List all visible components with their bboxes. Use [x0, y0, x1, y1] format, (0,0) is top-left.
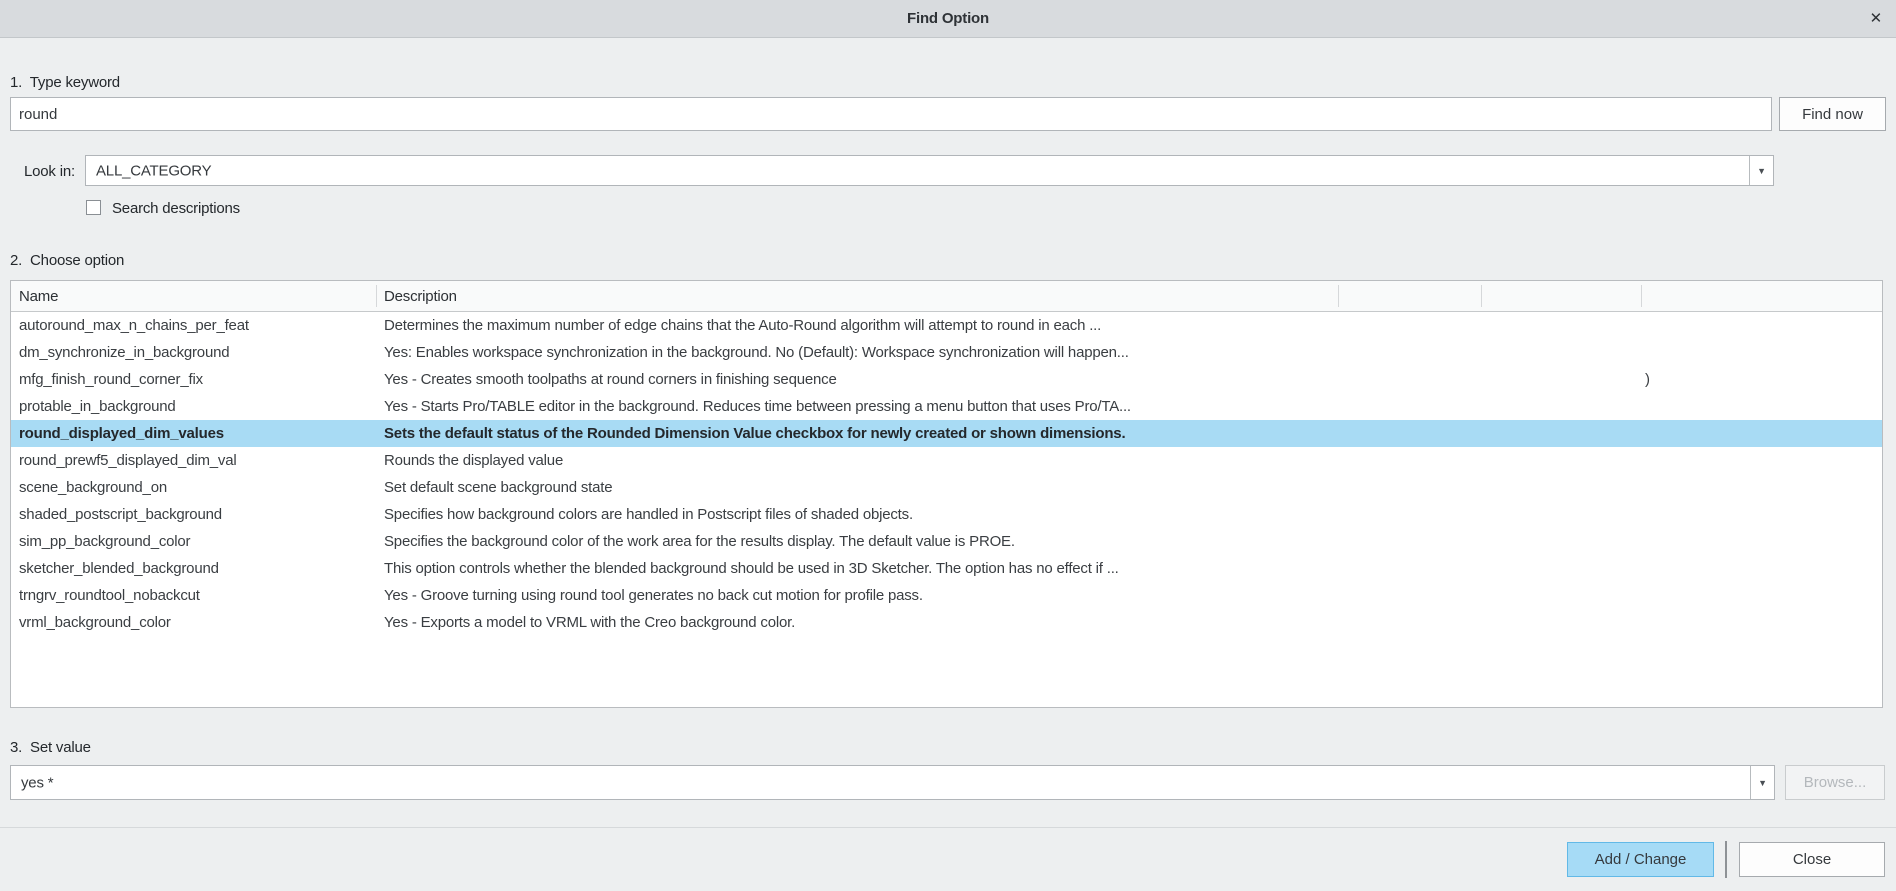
table-row[interactable]: round_displayed_dim_values Sets the defau…	[11, 420, 1882, 447]
option-name: round_displayed_dim_values	[19, 425, 224, 442]
table-row[interactable]: dm_synchronize_in_background Yes: Enables…	[11, 339, 1882, 366]
option-description: Specifies how background colors are hand…	[384, 506, 913, 523]
option-name: round_prewf5_displayed_dim_val	[19, 452, 237, 469]
option-name: sketcher_blended_background	[19, 560, 219, 577]
table-row[interactable]: round_prewf5_displayed_dim_val Rounds the…	[11, 447, 1882, 474]
option-description: Yes - Groove turning using round tool ge…	[384, 587, 923, 604]
step1-label: 1. Type keyword	[10, 74, 120, 91]
column-header-name[interactable]: Name	[19, 288, 58, 305]
table-row[interactable]: sim_pp_background_color Specifies the bac…	[11, 528, 1882, 555]
keyword-input[interactable]	[10, 97, 1772, 131]
column-header-description[interactable]: Description	[384, 288, 457, 305]
set-value-dropdown[interactable]: yes * ▼	[10, 765, 1775, 800]
option-description: Yes - Exports a model to VRML with the C…	[384, 614, 796, 631]
search-descriptions-label: Search descriptions	[112, 200, 240, 217]
option-name: shaded_postscript_background	[19, 506, 222, 523]
column-divider	[1641, 285, 1642, 307]
options-table: Name Description autoround_max_n_chains_…	[10, 280, 1883, 708]
table-row[interactable]: shaded_postscript_background Specifies ho…	[11, 501, 1882, 528]
look-in-label: Look in:	[24, 163, 75, 180]
look-in-dropdown[interactable]: ALL_CATEGORY ▼	[85, 155, 1774, 186]
option-name: dm_synchronize_in_background	[19, 344, 230, 361]
look-in-value: ALL_CATEGORY	[96, 162, 212, 179]
option-name: sim_pp_background_color	[19, 533, 191, 550]
find-now-button[interactable]: Find now	[1779, 97, 1886, 131]
option-description: Specifies the background color of the wo…	[384, 533, 1015, 550]
step3-label: 3. Set value	[10, 739, 91, 756]
option-name: protable_in_background	[19, 398, 176, 415]
find-option-dialog: Find Option ✕ 1. Type keyword Find now L…	[0, 0, 1896, 891]
column-divider	[376, 285, 377, 307]
option-name: trngrv_roundtool_nobackcut	[19, 587, 200, 604]
column-divider	[1338, 285, 1339, 307]
close-icon[interactable]: ✕	[1870, 9, 1883, 27]
search-descriptions-checkbox[interactable]	[86, 200, 101, 215]
option-description: Yes - Starts Pro/TABLE editor in the bac…	[384, 398, 1131, 415]
chevron-down-icon[interactable]: ▼	[1749, 156, 1773, 185]
table-row[interactable]: autoround_max_n_chains_per_feat Determine…	[11, 312, 1882, 339]
option-description: Sets the default status of the Rounded D…	[384, 425, 1126, 442]
close-button[interactable]: Close	[1739, 842, 1885, 877]
table-header: Name Description	[11, 281, 1882, 312]
dialog-title: Find Option	[907, 10, 989, 27]
column-divider	[1481, 285, 1482, 307]
option-name: vrml_background_color	[19, 614, 171, 631]
table-row[interactable]: vrml_background_color Yes - Exports a mod…	[11, 609, 1882, 636]
option-description: This option controls whether the blended…	[384, 560, 1119, 577]
option-name: mfg_finish_round_corner_fix	[19, 371, 203, 388]
table-body: autoround_max_n_chains_per_feat Determine…	[11, 312, 1882, 636]
add-change-button[interactable]: Add / Change	[1567, 842, 1714, 877]
table-row[interactable]: mfg_finish_round_corner_fix Yes - Creates…	[11, 366, 1882, 393]
table-row[interactable]: scene_background_on Set default scene bac…	[11, 474, 1882, 501]
option-description: Rounds the displayed value	[384, 452, 564, 469]
titlebar: Find Option ✕	[0, 0, 1896, 38]
footer-separator	[0, 827, 1896, 828]
option-name: scene_background_on	[19, 479, 167, 496]
option-description: Yes: Enables workspace synchronization i…	[384, 344, 1129, 361]
table-row[interactable]: sketcher_blended_background This option c…	[11, 555, 1882, 582]
option-description: Yes - Creates smooth toolpaths at round …	[384, 371, 837, 388]
set-value-text: yes *	[21, 774, 54, 791]
option-description: Set default scene background state	[384, 479, 613, 496]
chevron-down-icon[interactable]: ▼	[1750, 766, 1774, 799]
browse-button[interactable]: Browse...	[1785, 765, 1885, 800]
option-description: Determines the maximum number of edge ch…	[384, 317, 1102, 334]
step2-label: 2. Choose option	[10, 252, 125, 269]
table-row[interactable]: protable_in_background Yes - Starts Pro/T…	[11, 393, 1882, 420]
option-name: autoround_max_n_chains_per_feat	[19, 317, 249, 334]
button-separator	[1725, 841, 1727, 878]
table-row[interactable]: trngrv_roundtool_nobackcut Yes - Groove t…	[11, 582, 1882, 609]
option-extra-cell: )	[1645, 371, 1650, 388]
